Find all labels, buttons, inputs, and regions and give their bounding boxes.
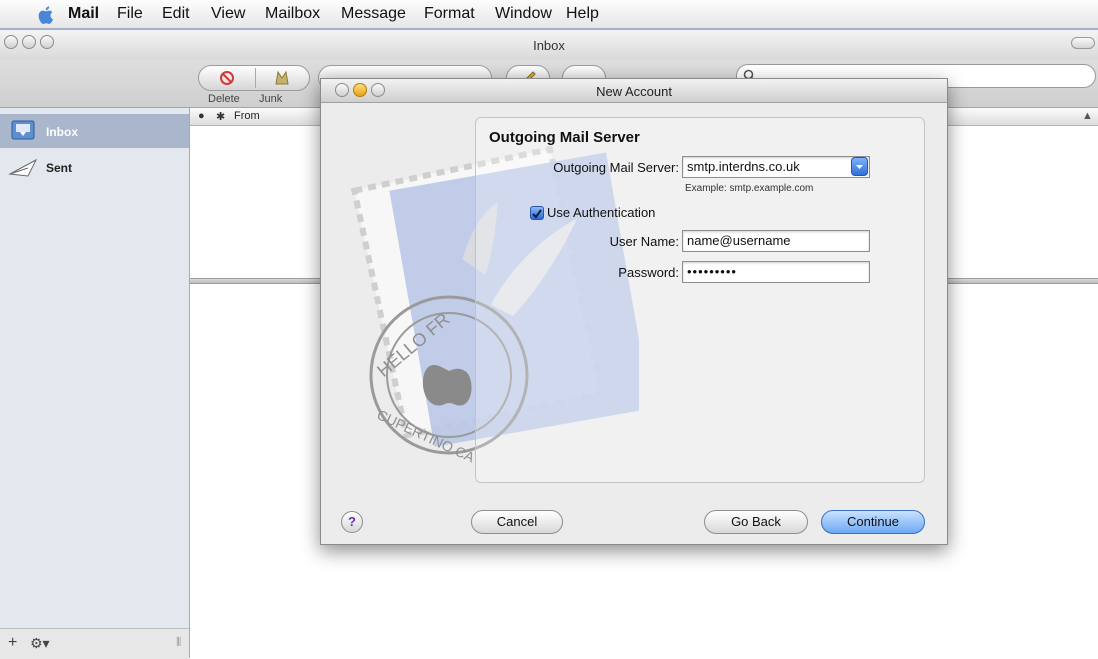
sidebar-footer: + ⚙▾ ⦀ <box>0 628 189 659</box>
inbox-icon <box>11 120 35 140</box>
menu-view[interactable]: View <box>211 5 245 23</box>
sidebar-item-inbox[interactable]: Inbox <box>0 114 189 148</box>
use-authentication-checkbox[interactable] <box>530 206 544 220</box>
add-mailbox-button[interactable]: + <box>8 634 17 652</box>
combobox-dropdown-button[interactable] <box>851 157 868 176</box>
menu-help[interactable]: Help <box>566 5 599 23</box>
password-field[interactable]: ••••••••• <box>682 261 870 283</box>
action-menu-button[interactable]: ⚙▾ <box>30 635 50 652</box>
menu-format[interactable]: Format <box>424 5 475 23</box>
delete-junk-segment <box>198 65 310 91</box>
sidebar-item-label: Inbox <box>46 125 78 139</box>
go-back-button[interactable]: Go Back <box>704 510 808 534</box>
sidebar-item-sent[interactable]: Sent <box>0 150 189 184</box>
unread-column-header[interactable]: ● <box>198 110 205 122</box>
resize-handle[interactable]: ⦀ <box>176 635 181 650</box>
username-value: name@username <box>687 233 791 248</box>
menu-bar: Mail File Edit View Mailbox Message Form… <box>0 0 1098 30</box>
toolbar-toggle-button[interactable] <box>1071 37 1095 49</box>
junk-icon <box>275 70 289 85</box>
server-hint-text: Example: smtp.example.com <box>685 183 814 194</box>
menu-edit[interactable]: Edit <box>162 5 190 23</box>
continue-button[interactable]: Continue <box>821 510 925 534</box>
junk-label: Junk <box>259 93 283 105</box>
dialog-title-bar: New Account <box>321 79 947 103</box>
junk-button[interactable] <box>256 66 310 90</box>
from-column-header[interactable]: From <box>234 110 260 122</box>
menu-mailbox[interactable]: Mailbox <box>265 5 320 23</box>
outgoing-server-label: Outgoing Mail Server: <box>553 160 679 175</box>
sent-icon <box>8 158 38 177</box>
outgoing-server-combobox[interactable]: smtp.interdns.co.uk <box>682 156 870 178</box>
menu-window[interactable]: Window <box>495 5 552 23</box>
sort-indicator-icon[interactable]: ▲ <box>1082 110 1093 122</box>
username-field[interactable]: name@username <box>682 230 870 252</box>
checkmark-icon <box>532 209 542 219</box>
window-title: Inbox <box>533 38 565 53</box>
outgoing-server-value: smtp.interdns.co.uk <box>687 159 800 174</box>
use-authentication-label[interactable]: Use Authentication <box>547 205 655 220</box>
help-button[interactable]: ? <box>341 511 363 533</box>
dialog-title: New Account <box>596 84 672 99</box>
new-account-dialog: New Account HELLO FR CUPERTINO CA Outgoi… <box>320 78 948 545</box>
delete-button[interactable] <box>199 66 255 90</box>
chevron-down-icon <box>856 165 863 169</box>
delete-icon <box>220 71 234 85</box>
username-label: User Name: <box>609 234 679 249</box>
sidebar-item-label: Sent <box>46 161 73 175</box>
menu-message[interactable]: Message <box>341 5 406 23</box>
password-label: Password: <box>618 265 679 280</box>
mailbox-sidebar: Inbox Sent + ⚙▾ ⦀ <box>0 108 190 659</box>
password-value: ••••••••• <box>687 264 737 279</box>
menu-file[interactable]: File <box>117 5 143 23</box>
flag-column-header[interactable]: ✱ <box>216 110 225 123</box>
delete-label: Delete <box>208 93 240 105</box>
apple-menu-icon[interactable] <box>34 3 58 27</box>
cancel-button[interactable]: Cancel <box>471 510 563 534</box>
window-title-bar: Inbox <box>0 30 1098 60</box>
menu-app-mail[interactable]: Mail <box>68 5 99 23</box>
section-title: Outgoing Mail Server <box>489 129 640 146</box>
